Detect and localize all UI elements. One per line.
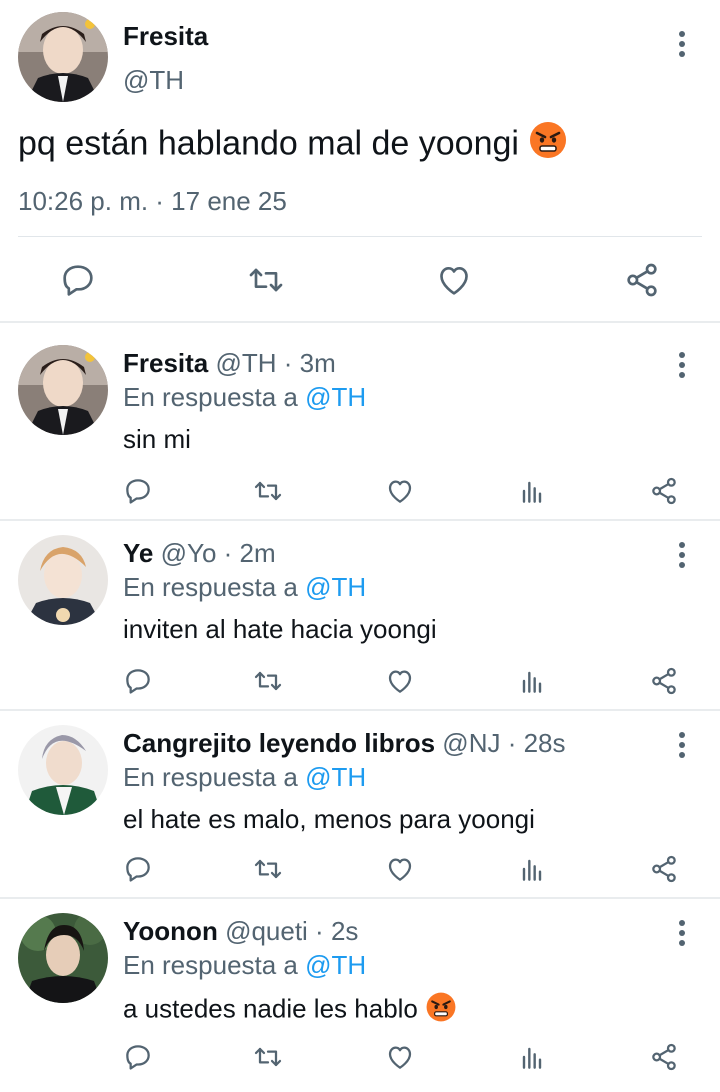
share-icon[interactable] [648, 1041, 680, 1073]
mention-link[interactable]: @TH [305, 572, 366, 602]
analytics-icon[interactable] [516, 853, 548, 885]
avatar[interactable] [18, 12, 108, 102]
reply-text-content: a ustedes nadie les hablo [123, 993, 418, 1024]
angry-face-emoji-icon [528, 120, 568, 171]
reply-icon[interactable] [122, 853, 154, 885]
handle-time: @NJ · 28s [442, 728, 566, 758]
like-icon[interactable] [384, 665, 416, 697]
retweet-icon[interactable] [252, 853, 284, 885]
in-reply-to: En respuesta a @TH [123, 949, 366, 981]
handle-time: @Yo · 2m [160, 538, 276, 568]
mention-link[interactable]: @TH [305, 382, 366, 412]
handle-time: @queti · 2s [225, 916, 359, 946]
reply-header: Ye @Yo · 2m [123, 537, 276, 569]
reply-text: el hate es malo, menos para yoongi [123, 804, 535, 834]
in-reply-to: En respuesta a @TH [123, 761, 366, 793]
like-icon[interactable] [384, 475, 416, 507]
tweet-text-content: pq están hablando mal de yoongi [18, 124, 519, 163]
share-icon[interactable] [622, 260, 662, 300]
display-name[interactable]: Yoonon [123, 916, 218, 946]
in-reply-label: En respuesta a [123, 572, 298, 602]
display-name[interactable]: Ye [123, 538, 153, 568]
handle-time: @TH · 3m [215, 348, 336, 378]
like-icon[interactable] [434, 260, 474, 300]
mention-link[interactable]: @TH [305, 950, 366, 980]
reply-icon[interactable] [58, 260, 98, 300]
avatar[interactable] [18, 913, 108, 1003]
in-reply-label: En respuesta a [123, 382, 298, 412]
more-options-icon[interactable] [676, 541, 688, 569]
like-icon[interactable] [384, 853, 416, 885]
reply-text: sin mi [123, 424, 191, 454]
angry-face-emoji-icon [425, 991, 457, 1030]
more-options-icon[interactable] [676, 30, 688, 58]
analytics-icon[interactable] [516, 665, 548, 697]
avatar[interactable] [18, 345, 108, 435]
retweet-icon[interactable] [246, 260, 286, 300]
like-icon[interactable] [384, 1041, 416, 1073]
reply-tweet[interactable]: Cangrejito leyendo libros @NJ · 28s En r… [0, 711, 720, 897]
mention-link[interactable]: @TH [305, 762, 366, 792]
avatar[interactable] [18, 535, 108, 625]
handle[interactable]: @TH [123, 64, 184, 96]
divider [18, 236, 702, 237]
main-tweet: Fresita @TH pq están hablando mal de yoo… [0, 0, 720, 322]
reply-header: Cangrejito leyendo libros @NJ · 28s [123, 727, 566, 759]
retweet-icon[interactable] [252, 665, 284, 697]
reply-tweet[interactable]: Fresita @TH · 3m En respuesta a @TH sin … [0, 323, 720, 519]
more-options-icon[interactable] [676, 351, 688, 379]
reply-tweet[interactable]: Yoonon @queti · 2s En respuesta a @TH a … [0, 899, 720, 1092]
display-name[interactable]: Fresita [123, 20, 208, 52]
reply-icon[interactable] [122, 1041, 154, 1073]
reply-text: inviten al hate hacia yoongi [123, 614, 437, 644]
reply-icon[interactable] [122, 665, 154, 697]
share-icon[interactable] [648, 665, 680, 697]
reply-text: a ustedes nadie les hablo [123, 991, 457, 1030]
retweet-icon[interactable] [252, 475, 284, 507]
retweet-icon[interactable] [252, 1041, 284, 1073]
display-name[interactable]: Cangrejito leyendo libros [123, 728, 435, 758]
analytics-icon[interactable] [516, 475, 548, 507]
share-icon[interactable] [648, 853, 680, 885]
in-reply-to: En respuesta a @TH [123, 381, 366, 413]
reply-header: Fresita @TH · 3m [123, 347, 336, 379]
in-reply-label: En respuesta a [123, 762, 298, 792]
display-name[interactable]: Fresita [123, 348, 208, 378]
reply-header: Yoonon @queti · 2s [123, 915, 358, 947]
avatar[interactable] [18, 725, 108, 815]
in-reply-label: En respuesta a [123, 950, 298, 980]
in-reply-to: En respuesta a @TH [123, 571, 366, 603]
timestamp[interactable]: 10:26 p. m. · 17 ene 25 [18, 185, 287, 217]
reply-icon[interactable] [122, 475, 154, 507]
analytics-icon[interactable] [516, 1041, 548, 1073]
reply-tweet[interactable]: Ye @Yo · 2m En respuesta a @TH inviten a… [0, 521, 720, 709]
tweet-text: pq están hablando mal de yoongi [18, 120, 568, 171]
share-icon[interactable] [648, 475, 680, 507]
more-options-icon[interactable] [676, 919, 688, 947]
more-options-icon[interactable] [676, 731, 688, 759]
